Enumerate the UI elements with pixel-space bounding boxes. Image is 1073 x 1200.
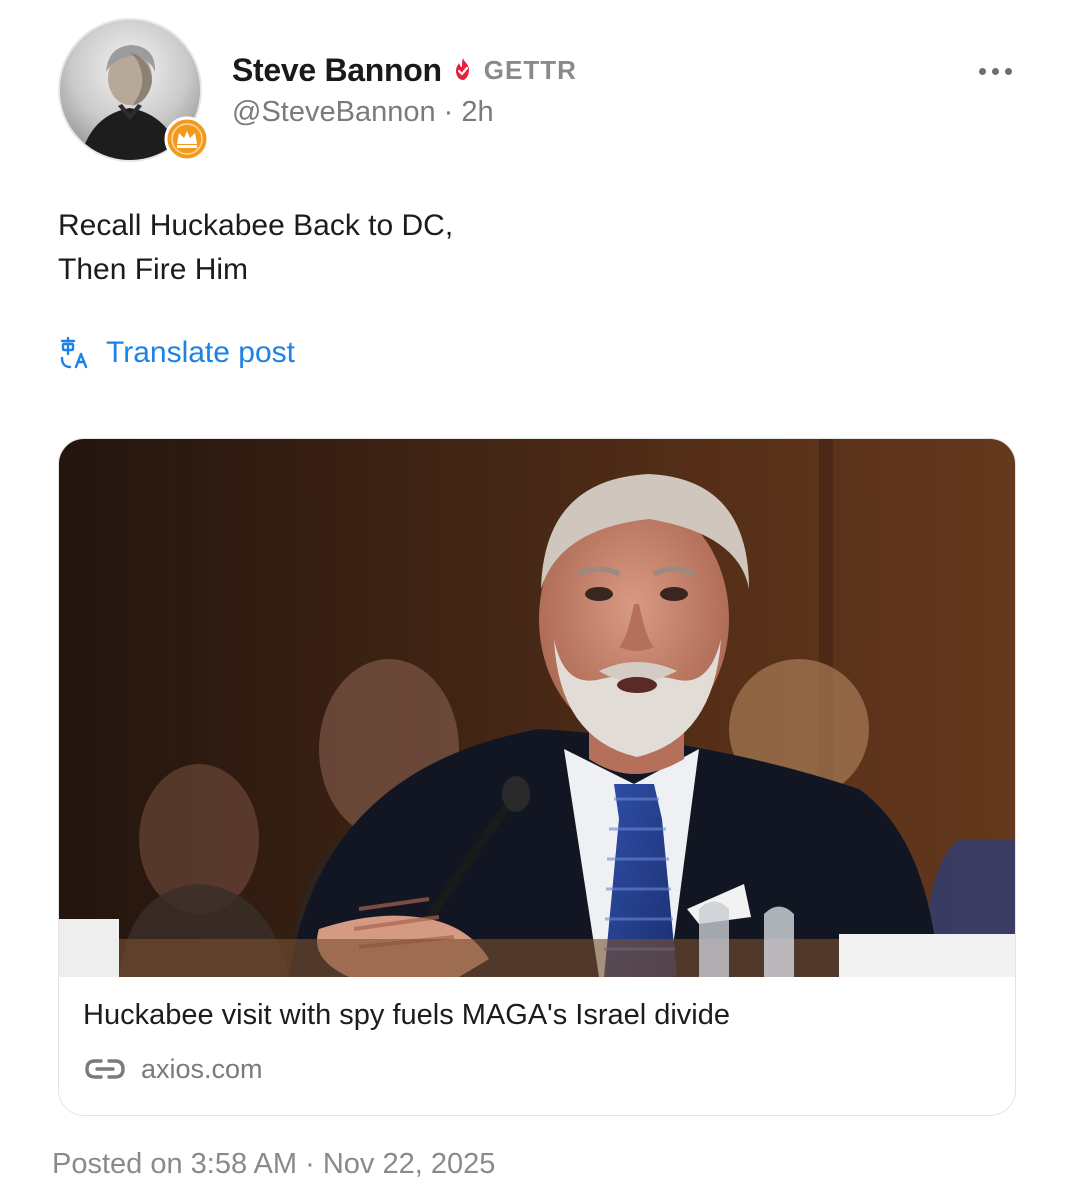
link-card-domain: axios.com [83, 1053, 263, 1085]
link-preview-card[interactable]: Huckabee visit with spy fuels MAGA's Isr… [58, 438, 1016, 1116]
handle-and-time[interactable]: @SteveBannon · 2h [232, 96, 494, 129]
more-dots-icon [991, 67, 999, 75]
translate-icon [60, 336, 88, 369]
author-line: Steve Bannon GETTR [232, 50, 577, 90]
translate-post-label[interactable]: Translate post [106, 336, 295, 370]
link-card-domain-label: axios.com [141, 1053, 263, 1084]
posted-timestamp: Posted on 3:58 AM · Nov 22, 2025 [52, 1148, 496, 1180]
verified-flame-icon [455, 58, 469, 80]
crown-badge-icon [164, 116, 210, 162]
author-name[interactable]: Steve Bannon [232, 52, 442, 89]
more-dots-icon [1004, 67, 1012, 75]
post-text-line: Recall Huckabee Back to DC, [58, 209, 454, 242]
more-options-button[interactable] [968, 54, 1022, 88]
post-text: Recall Huckabee Back to DC, Then Fire Hi… [58, 204, 453, 292]
translate-post-button[interactable]: Translate post [58, 336, 295, 370]
link-icon [85, 1059, 125, 1079]
more-dots-icon [978, 67, 986, 75]
post-text-line: Then Fire Him [58, 253, 249, 286]
news-photo[interactable] [59, 439, 1015, 977]
link-card-title[interactable]: Huckabee visit with spy fuels MAGA's Isr… [83, 999, 730, 1032]
avatar-container[interactable] [58, 18, 210, 162]
platform-tag: GETTR [483, 54, 577, 85]
